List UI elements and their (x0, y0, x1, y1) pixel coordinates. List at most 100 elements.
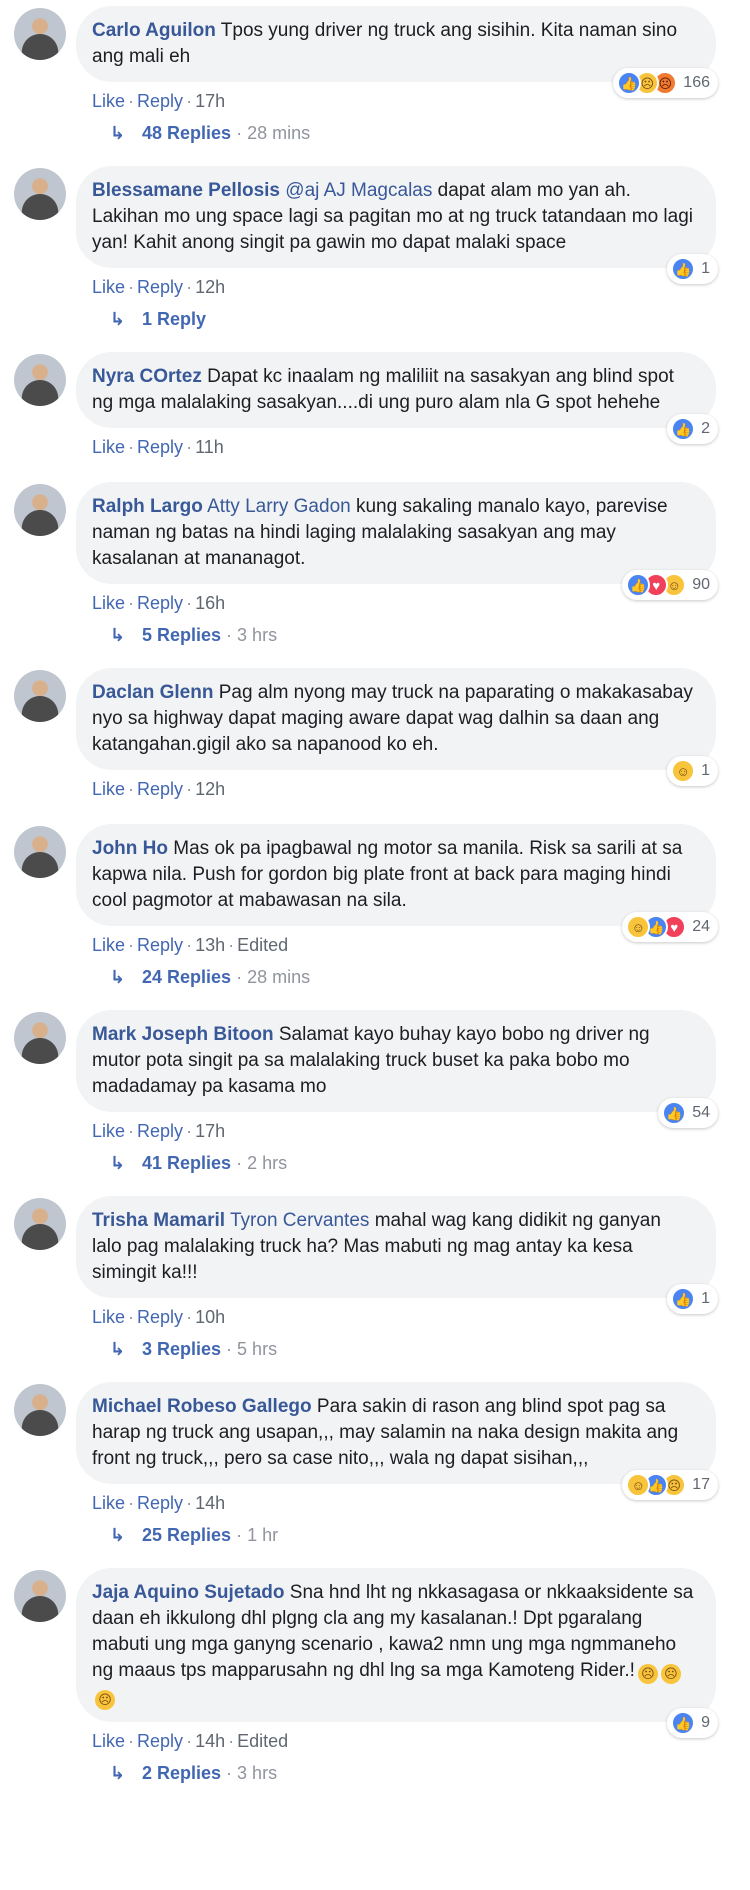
like-button[interactable]: Like (92, 1121, 125, 1141)
comment-author[interactable]: Carlo Aguilon (92, 20, 216, 41)
replies-count[interactable]: 25 Replies (142, 1525, 231, 1545)
reaction-count: 24 (692, 918, 710, 935)
avatar[interactable] (14, 1384, 66, 1436)
replies-count[interactable]: 5 Replies (142, 625, 221, 645)
comment-item: Ralph Largo Atty Larry Gadon kung sakali… (0, 482, 750, 658)
separator: · (128, 1307, 135, 1327)
reply-button[interactable]: Reply (137, 1121, 183, 1141)
thinking-icon: ☹ (95, 1690, 115, 1710)
reactions-summary[interactable]: 👍 9 (667, 1708, 718, 1738)
avatar[interactable] (14, 168, 66, 220)
separator: · (228, 1731, 235, 1751)
separator: · (128, 277, 135, 297)
reply-button[interactable]: Reply (137, 437, 183, 457)
comment-timestamp[interactable]: 10h (195, 1307, 225, 1327)
comment-mention[interactable]: Tyron Cervantes (230, 1210, 369, 1231)
view-replies-link[interactable]: ↳ 1 Reply (14, 304, 750, 342)
like-button[interactable]: Like (92, 593, 125, 613)
separator: · (128, 1121, 135, 1141)
replies-count[interactable]: 41 Replies (142, 1153, 231, 1173)
avatar[interactable] (14, 1198, 66, 1250)
avatar[interactable] (14, 484, 66, 536)
comment-author[interactable]: Michael Robeso Gallego (92, 1396, 312, 1417)
avatar[interactable] (14, 670, 66, 722)
comment-author[interactable]: Jaja Aquino Sujetado (92, 1582, 285, 1603)
comment-timestamp[interactable]: 11h (195, 437, 224, 457)
comment-author[interactable]: Ralph Largo (92, 496, 203, 517)
comment-author[interactable]: John Ho (92, 838, 168, 859)
avatar[interactable] (14, 354, 66, 406)
reactions-summary[interactable]: ☺ 👍 ♥ 24 (622, 912, 718, 942)
comment-timestamp[interactable]: 16h (195, 593, 225, 613)
comment-bubble: Ralph Largo Atty Larry Gadon kung sakali… (76, 482, 716, 584)
reply-button[interactable]: Reply (137, 1731, 183, 1751)
avatar[interactable] (14, 1570, 66, 1622)
reactions-summary[interactable]: 👍 ☹ ☹ 166 (613, 68, 718, 98)
reactions-summary[interactable]: ☺ 1 (667, 756, 718, 786)
like-button[interactable]: Like (92, 935, 125, 955)
replies-count[interactable]: 24 Replies (142, 967, 231, 987)
comment-mention[interactable]: Atty Larry Gadon (207, 496, 351, 517)
reply-button[interactable]: Reply (137, 593, 183, 613)
replies-count[interactable]: 3 Replies (142, 1339, 221, 1359)
view-replies-link[interactable]: ↳ 5 Replies · 3 hrs (14, 620, 750, 658)
comment-bubble: Michael Robeso Gallego Para sakin di ras… (76, 1382, 716, 1484)
reactions-summary[interactable]: 👍 54 (658, 1098, 718, 1128)
reply-button[interactable]: Reply (137, 91, 183, 111)
comment-author[interactable]: Nyra COrtez (92, 366, 202, 387)
replies-count[interactable]: 48 Replies (142, 123, 231, 143)
separator: · (128, 1731, 135, 1751)
reply-button[interactable]: Reply (137, 1493, 183, 1513)
edited-label[interactable]: Edited (237, 935, 288, 955)
reply-arrow-icon: ↳ (110, 309, 126, 329)
reply-button[interactable]: Reply (137, 935, 183, 955)
reply-button[interactable]: Reply (137, 277, 183, 297)
comment-author[interactable]: Mark Joseph Bitoon (92, 1024, 274, 1045)
avatar[interactable] (14, 1012, 66, 1064)
comment-timestamp[interactable]: 17h (195, 1121, 225, 1141)
comment-timestamp[interactable]: 14h (195, 1731, 225, 1751)
reactions-summary[interactable]: 👍 1 (667, 1284, 718, 1314)
reply-button[interactable]: Reply (137, 1307, 183, 1327)
reactions-summary[interactable]: 👍 2 (667, 414, 718, 444)
comment-timestamp[interactable]: 12h (195, 277, 225, 297)
reply-button[interactable]: Reply (137, 779, 183, 799)
like-button[interactable]: Like (92, 437, 125, 457)
replies-time: 5 hrs (237, 1339, 278, 1359)
comment-bubble-wrap: Ralph Largo Atty Larry Gadon kung sakali… (76, 482, 718, 600)
view-replies-link[interactable]: ↳ 2 Replies · 3 hrs (14, 1758, 750, 1796)
avatar-image (14, 1384, 66, 1436)
reactions-summary[interactable]: 👍 1 (667, 254, 718, 284)
view-replies-link[interactable]: ↳ 48 Replies · 28 mins (14, 118, 750, 156)
like-button[interactable]: Like (92, 277, 125, 297)
like-button[interactable]: Like (92, 1731, 125, 1751)
like-button[interactable]: Like (92, 1307, 125, 1327)
comment-author[interactable]: Daclan Glenn (92, 682, 213, 703)
like-button[interactable]: Like (92, 779, 125, 799)
replies-time: 3 hrs (237, 625, 278, 645)
view-replies-link[interactable]: ↳ 25 Replies · 1 hr (14, 1520, 750, 1558)
avatar[interactable] (14, 826, 66, 878)
like-icon: 👍 (671, 1287, 696, 1311)
view-replies-link[interactable]: ↳ 41 Replies · 2 hrs (14, 1148, 750, 1186)
separator: · (186, 437, 193, 457)
comment-author[interactable]: Trisha Mamaril (92, 1210, 225, 1231)
avatar[interactable] (14, 8, 66, 60)
separator: · (221, 625, 238, 645)
view-replies-link[interactable]: ↳ 3 Replies · 5 hrs (14, 1334, 750, 1372)
comment-text: Mas ok pa ipagbawal ng motor sa manila. … (92, 838, 683, 911)
comment-author[interactable]: Blessamane Pellosis (92, 180, 280, 201)
comment-mention[interactable]: @aj AJ Magcalas (285, 180, 432, 201)
replies-count[interactable]: 1 Reply (142, 309, 206, 329)
reactions-summary[interactable]: ☺ 👍 ☹ 17 (622, 1470, 718, 1500)
edited-label[interactable]: Edited (237, 1731, 288, 1751)
like-button[interactable]: Like (92, 1493, 125, 1513)
comment-timestamp[interactable]: 12h (195, 779, 225, 799)
view-replies-link[interactable]: ↳ 24 Replies · 28 mins (14, 962, 750, 1000)
comment-timestamp[interactable]: 14h (195, 1493, 225, 1513)
comment-timestamp[interactable]: 13h (195, 935, 225, 955)
like-button[interactable]: Like (92, 91, 125, 111)
reactions-summary[interactable]: 👍 ♥ ☺ 90 (622, 570, 718, 600)
comment-timestamp[interactable]: 17h (195, 91, 225, 111)
replies-count[interactable]: 2 Replies (142, 1763, 221, 1783)
